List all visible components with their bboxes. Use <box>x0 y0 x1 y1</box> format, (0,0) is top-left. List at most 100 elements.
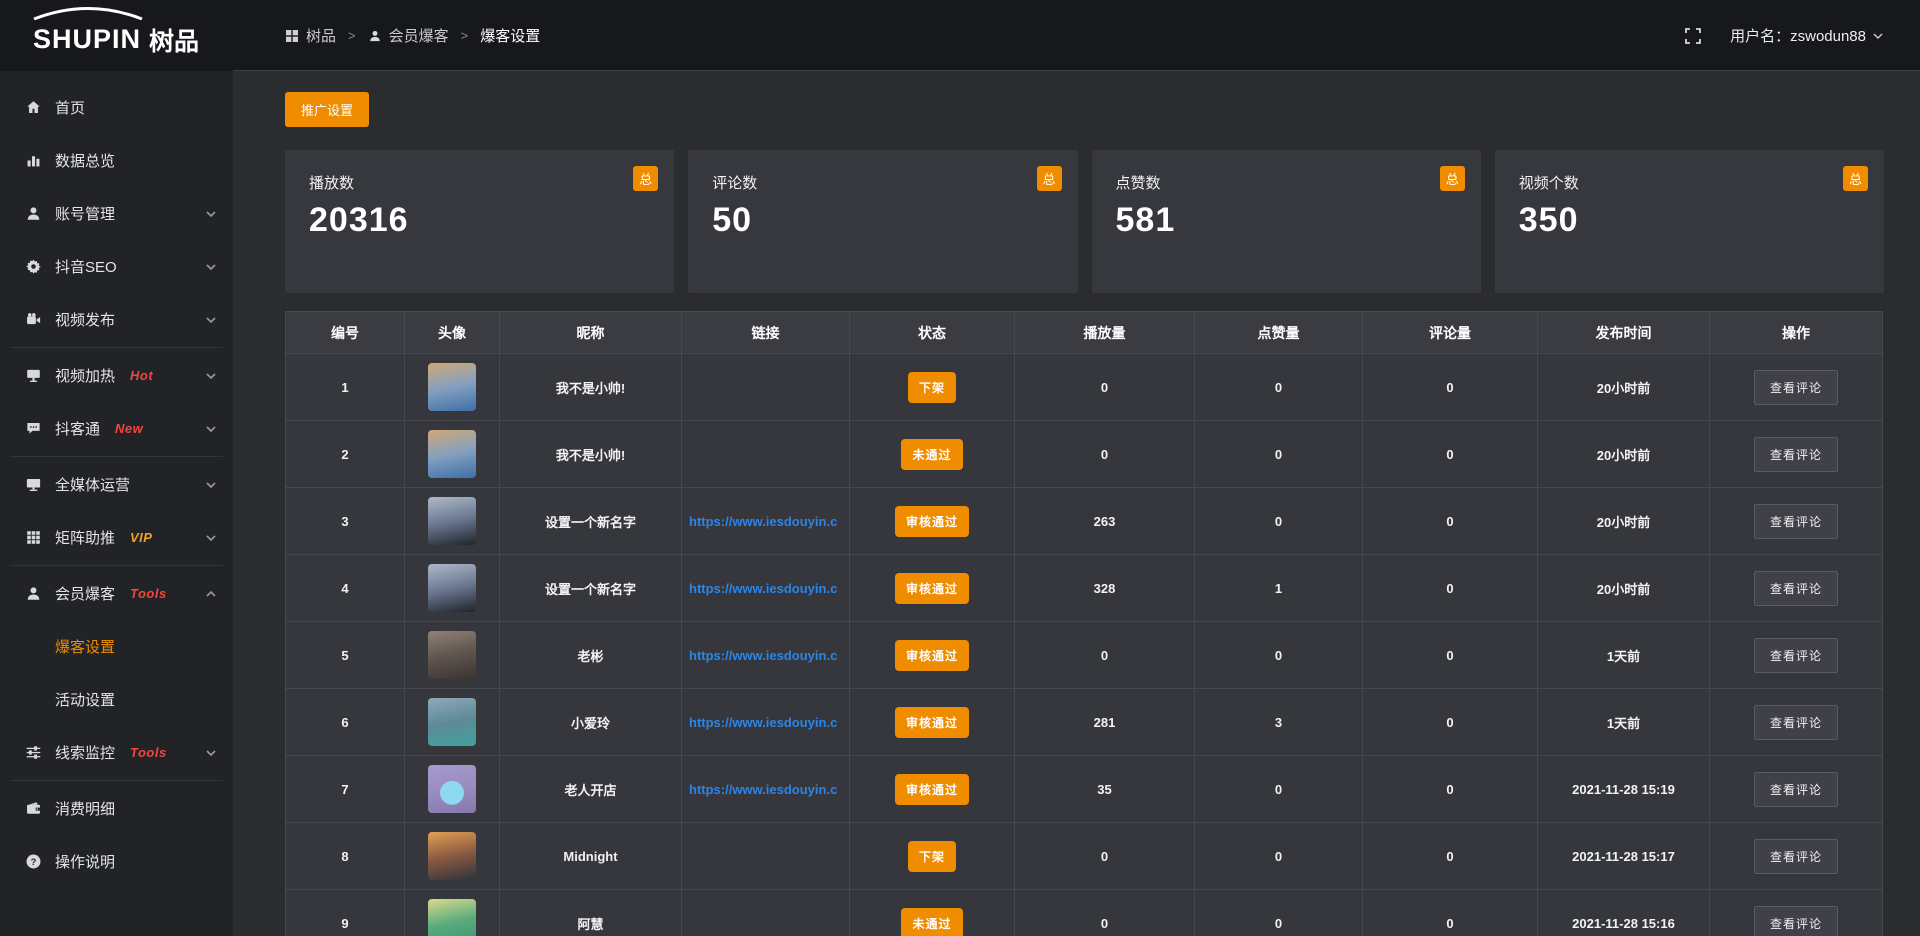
sidebar-item-18[interactable]: ?操作说明 <box>0 835 233 888</box>
stat-card-1: 评论数50总 <box>688 150 1077 293</box>
sidebar-subitem-label: 活动设置 <box>55 689 115 710</box>
status-button[interactable]: 下架 <box>908 372 956 403</box>
screen-icon <box>25 367 42 384</box>
sidebar-subitem-14[interactable]: 活动设置 <box>0 673 233 726</box>
cell-link: https://www.iesdouyin.c <box>682 689 850 756</box>
sidebar-item-1[interactable]: 数据总览 <box>0 134 233 187</box>
column-header-7: 评论量 <box>1363 312 1538 354</box>
avatar <box>428 430 476 478</box>
avatar <box>428 899 476 936</box>
stat-card-label: 视频个数 <box>1519 172 1860 193</box>
user-icon <box>25 585 42 602</box>
view-comments-button[interactable]: 查看评论 <box>1754 571 1838 606</box>
sidebar-item-badge: Tools <box>130 745 167 760</box>
avatar <box>428 564 476 612</box>
sidebar-item-label: 数据总览 <box>55 150 115 171</box>
column-header-9: 操作 <box>1710 312 1883 354</box>
status-button[interactable]: 审核通过 <box>895 707 969 738</box>
view-comments-button[interactable]: 查看评论 <box>1754 906 1838 936</box>
cell-status: 审核通过 <box>850 756 1015 823</box>
cell-actions: 查看评论 <box>1710 488 1883 555</box>
avatar <box>428 698 476 746</box>
status-button[interactable]: 审核通过 <box>895 774 969 805</box>
sliders-icon <box>25 744 42 761</box>
sidebar-item-0[interactable]: 首页 <box>0 81 233 134</box>
view-comments-button[interactable]: 查看评论 <box>1754 638 1838 673</box>
cell-publish-time: 20小时前 <box>1538 555 1710 622</box>
status-button[interactable]: 审核通过 <box>895 573 969 604</box>
username-menu[interactable]: 用户名：zswodun88 <box>1730 25 1884 46</box>
cell-publish-time: 2021-11-28 15:17 <box>1538 823 1710 890</box>
video-link[interactable]: https://www.iesdouyin.c <box>689 648 837 663</box>
chevron-down-icon <box>205 532 217 544</box>
cell-likes: 1 <box>1195 555 1363 622</box>
sidebar-item-label: 消费明细 <box>55 798 115 819</box>
status-button[interactable]: 下架 <box>908 841 956 872</box>
view-comments-button[interactable]: 查看评论 <box>1754 370 1838 405</box>
view-comments-button[interactable]: 查看评论 <box>1754 772 1838 807</box>
video-link[interactable]: https://www.iesdouyin.c <box>689 581 837 596</box>
sidebar-menu: 首页数据总览账号管理抖音SEO视频发布视频加热Hot抖客通New全媒体运营矩阵助… <box>0 81 233 888</box>
sidebar-item-15[interactable]: 线索监控Tools <box>0 726 233 779</box>
cell-number: 5 <box>286 622 405 689</box>
column-header-5: 播放量 <box>1015 312 1195 354</box>
avatar <box>428 363 476 411</box>
wallet-icon <box>25 800 42 817</box>
home-icon <box>25 99 42 116</box>
cell-publish-time: 1天前 <box>1538 622 1710 689</box>
breadcrumb-item-2[interactable]: 爆客设置 <box>480 25 540 46</box>
video-link[interactable]: https://www.iesdouyin.c <box>689 715 837 730</box>
camera-icon <box>25 311 42 328</box>
avatar <box>428 631 476 679</box>
chevron-down-icon <box>205 208 217 220</box>
stat-card-label: 点赞数 <box>1116 172 1457 193</box>
cell-avatar <box>405 354 500 421</box>
promo-settings-button[interactable]: 推广设置 <box>285 92 369 127</box>
view-comments-button[interactable]: 查看评论 <box>1754 504 1838 539</box>
sidebar-item-4[interactable]: 视频发布 <box>0 293 233 346</box>
cell-plays: 0 <box>1015 823 1195 890</box>
breadcrumb-item-1[interactable]: 会员爆客 <box>368 25 449 46</box>
cell-number: 4 <box>286 555 405 622</box>
cell-nickname: 老人开店 <box>500 756 682 823</box>
status-button[interactable]: 审核通过 <box>895 640 969 671</box>
cell-actions: 查看评论 <box>1710 622 1883 689</box>
sidebar-item-12[interactable]: 会员爆客Tools <box>0 567 233 620</box>
username-label: 用户名：zswodun88 <box>1730 25 1866 46</box>
fullscreen-icon[interactable] <box>1684 27 1702 45</box>
column-header-0: 编号 <box>286 312 405 354</box>
cell-number: 6 <box>286 689 405 756</box>
sidebar-item-7[interactable]: 抖客通New <box>0 402 233 455</box>
sidebar-item-2[interactable]: 账号管理 <box>0 187 233 240</box>
cell-nickname: 老彬 <box>500 622 682 689</box>
sidebar-item-9[interactable]: 全媒体运营 <box>0 458 233 511</box>
user-icon <box>368 29 382 43</box>
stat-card-value: 350 <box>1519 201 1860 240</box>
status-button[interactable]: 审核通过 <box>895 506 969 537</box>
status-button[interactable]: 未通过 <box>901 908 962 936</box>
column-header-3: 链接 <box>682 312 850 354</box>
cell-likes: 0 <box>1195 823 1363 890</box>
video-link[interactable]: https://www.iesdouyin.c <box>689 514 837 529</box>
sidebar-item-6[interactable]: 视频加热Hot <box>0 349 233 402</box>
cell-link: https://www.iesdouyin.c <box>682 756 850 823</box>
sidebar-item-17[interactable]: 消费明细 <box>0 782 233 835</box>
cell-likes: 0 <box>1195 421 1363 488</box>
stat-card-value: 50 <box>712 201 1053 240</box>
sidebar-subitem-label: 爆客设置 <box>55 636 115 657</box>
sidebar-item-label: 首页 <box>55 97 85 118</box>
column-header-1: 头像 <box>405 312 500 354</box>
video-link[interactable]: https://www.iesdouyin.c <box>689 782 837 797</box>
sidebar-item-10[interactable]: 矩阵助推VIP <box>0 511 233 564</box>
sidebar-subitem-13[interactable]: 爆客设置 <box>0 620 233 673</box>
sidebar-item-3[interactable]: 抖音SEO <box>0 240 233 293</box>
view-comments-button[interactable]: 查看评论 <box>1754 839 1838 874</box>
view-comments-button[interactable]: 查看评论 <box>1754 437 1838 472</box>
status-button[interactable]: 未通过 <box>901 439 962 470</box>
main-content: 推广设置 播放数20316总评论数50总点赞数581总视频个数350总 编号头像… <box>233 71 1920 936</box>
breadcrumb-item-0[interactable]: 树品 <box>285 25 336 46</box>
cell-publish-time: 2021-11-28 15:19 <box>1538 756 1710 823</box>
cell-status: 未通过 <box>850 890 1015 936</box>
view-comments-button[interactable]: 查看评论 <box>1754 705 1838 740</box>
sidebar-divider <box>10 347 223 348</box>
